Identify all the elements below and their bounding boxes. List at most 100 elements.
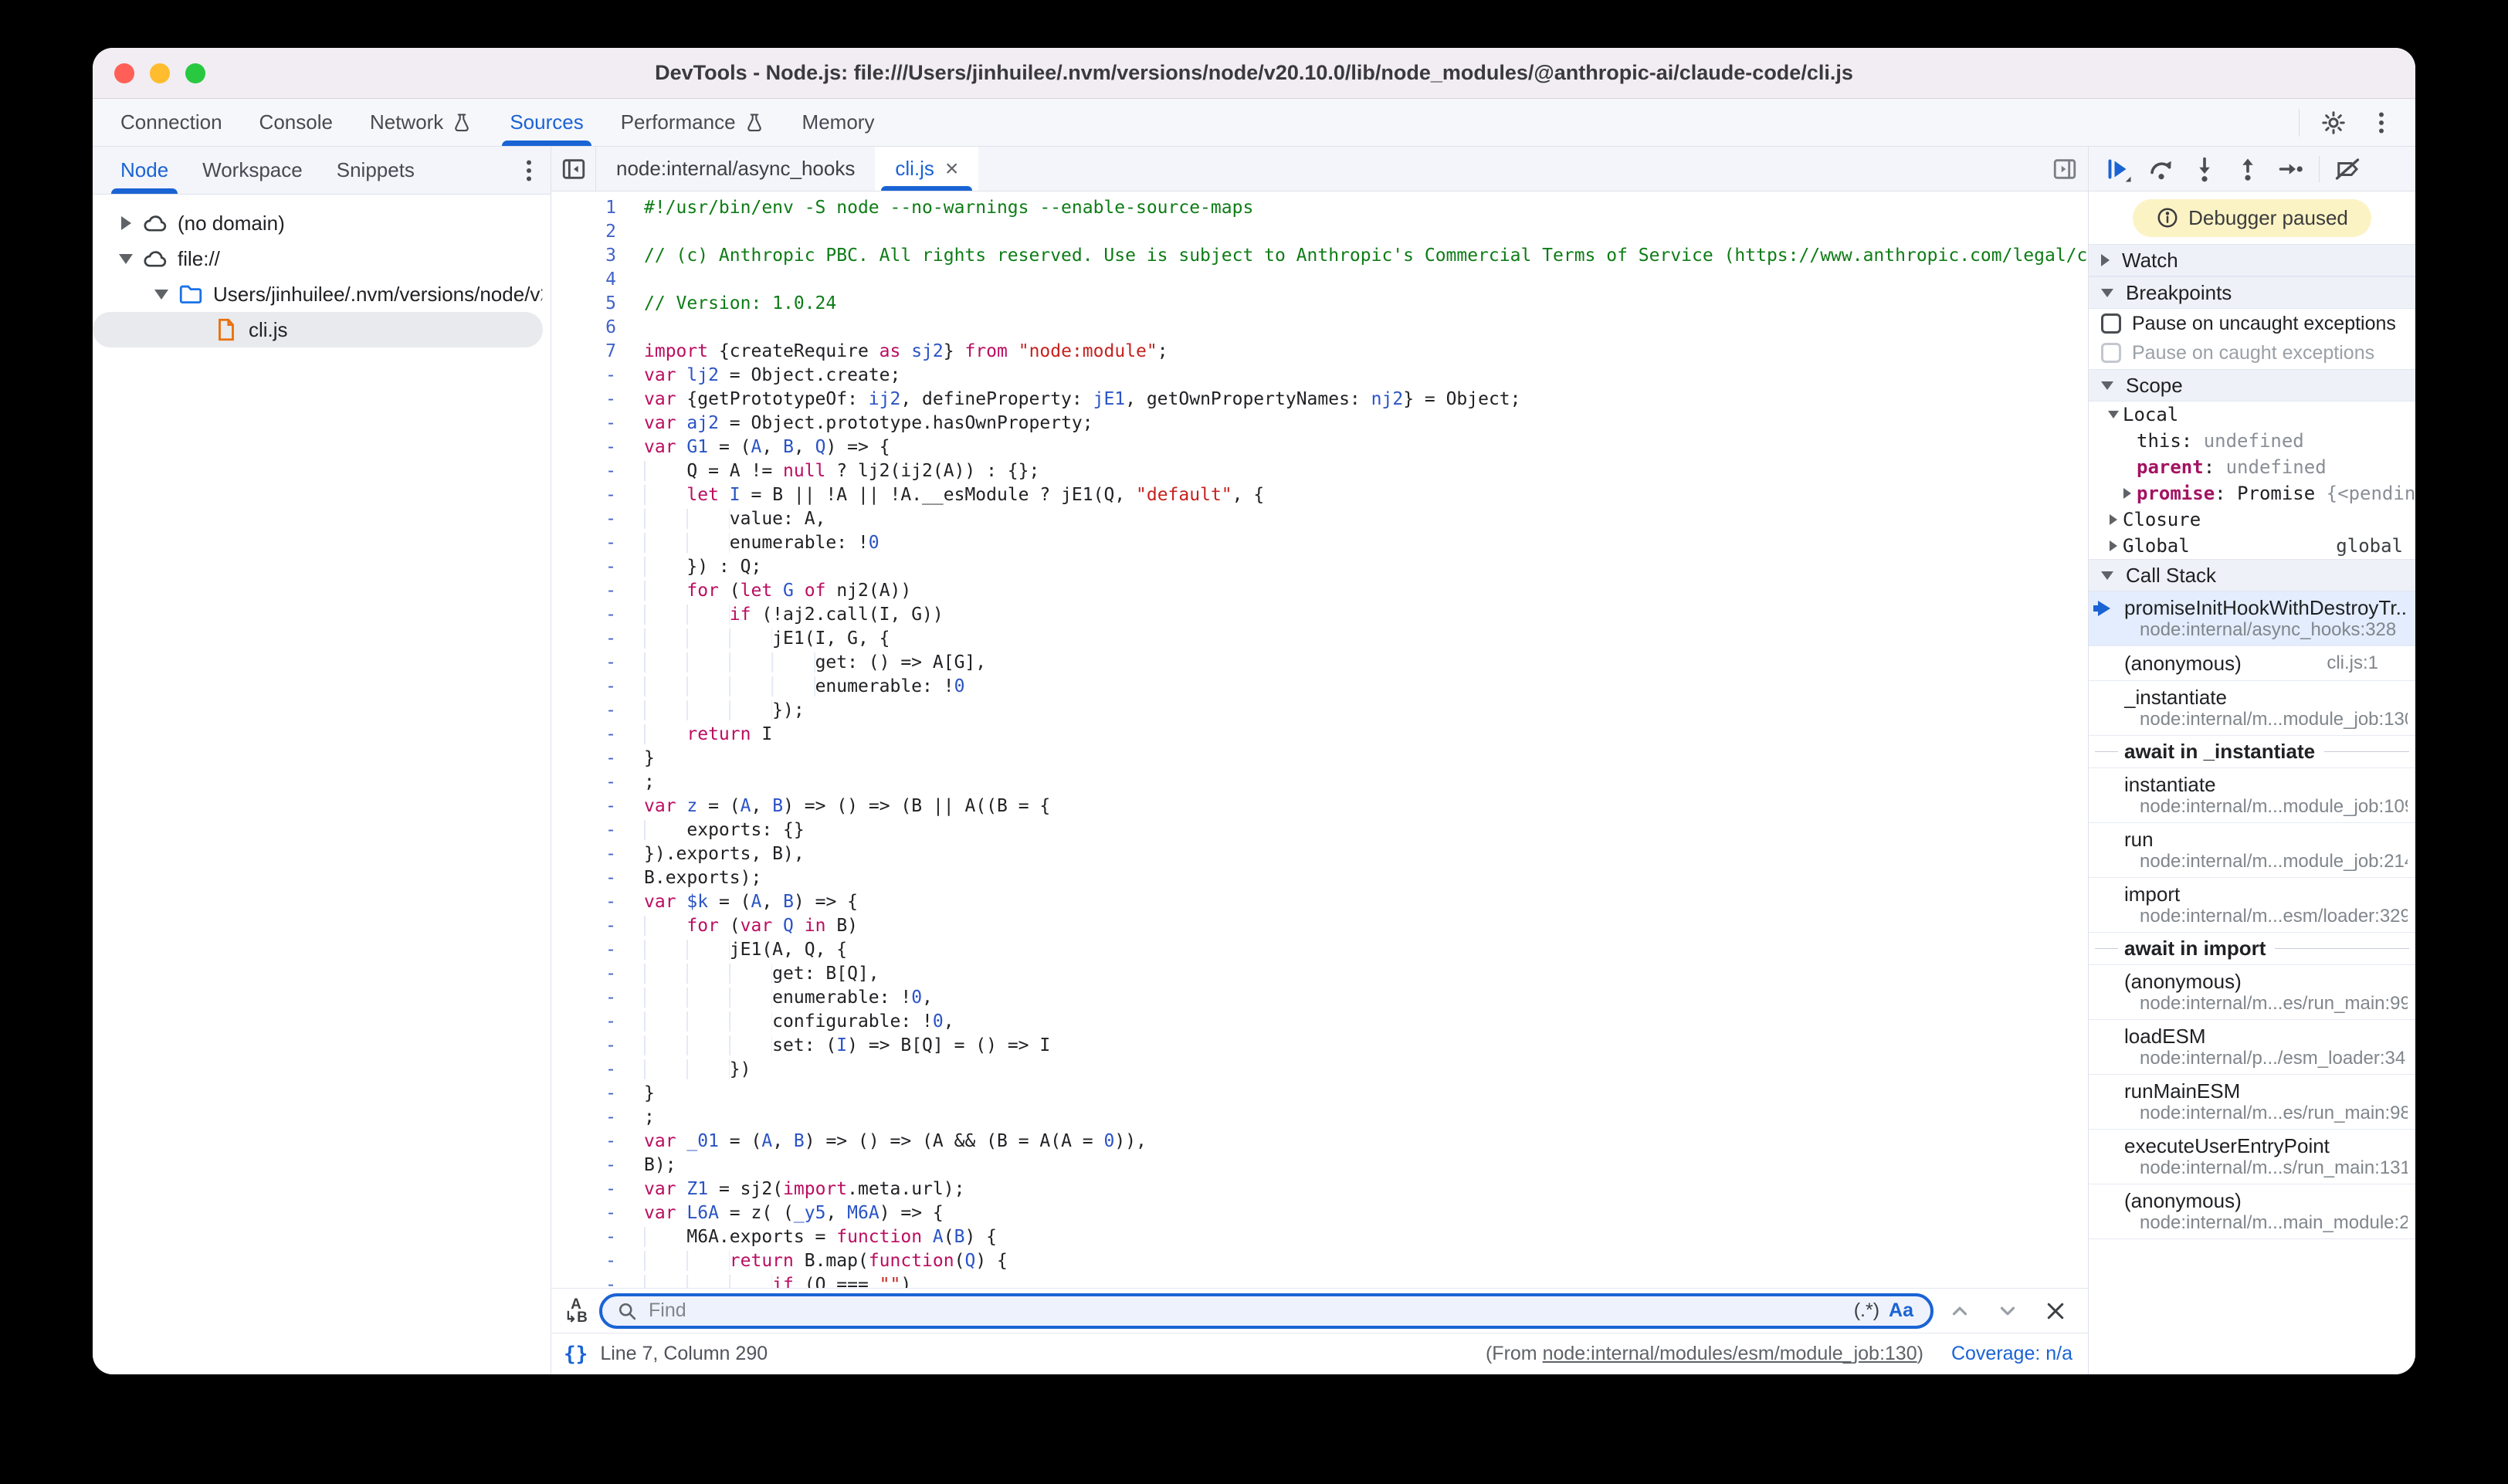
gutter-cell[interactable]: -: [551, 938, 644, 962]
checkbox[interactable]: [2101, 313, 2121, 334]
regex-toggle[interactable]: (.*): [1854, 1299, 1879, 1322]
tab-sources[interactable]: Sources: [491, 99, 602, 146]
gutter-cell[interactable]: -: [551, 364, 644, 388]
sidebar-more-button[interactable]: [512, 154, 546, 188]
step-into-button[interactable]: [2184, 150, 2225, 188]
tab-memory[interactable]: Memory: [784, 99, 893, 146]
gutter-cell[interactable]: 7: [551, 340, 644, 364]
find-previous-button[interactable]: [1938, 1293, 1981, 1330]
gutter-cell[interactable]: -: [551, 555, 644, 579]
close-find-bar-button[interactable]: [2034, 1293, 2077, 1330]
callstack-frame[interactable]: loadESMnode:internal/p.../esm_loader:34: [2089, 1020, 2415, 1075]
gutter-cell[interactable]: -: [551, 1273, 644, 1288]
resume-button[interactable]: [2098, 150, 2138, 188]
breakpoint-option[interactable]: Pause on caught exceptions: [2089, 338, 2415, 368]
callstack-frame[interactable]: runMainESMnode:internal/m...es/run_main:…: [2089, 1075, 2415, 1130]
toggle-left-sidebar-button[interactable]: [551, 147, 596, 191]
gutter-cell[interactable]: 3: [551, 244, 644, 268]
step-over-button[interactable]: [2141, 150, 2181, 188]
scope-local-row[interactable]: Local: [2089, 401, 2415, 428]
gutter-cell[interactable]: -: [551, 412, 644, 435]
callstack-frame[interactable]: (anonymous)node:internal/m...main_module…: [2089, 1184, 2415, 1239]
gutter-cell[interactable]: -: [551, 507, 644, 531]
find-next-button[interactable]: [1986, 1293, 2029, 1330]
gutter-cell[interactable]: -: [551, 603, 644, 627]
gutter-cell[interactable]: -: [551, 1106, 644, 1130]
gutter-cell[interactable]: -: [551, 1201, 644, 1225]
tree-item-file-[interactable]: file://: [93, 241, 543, 276]
watch-section-header[interactable]: Watch: [2089, 244, 2415, 276]
breakpoints-section-header[interactable]: Breakpoints: [2089, 276, 2415, 309]
scope-section-header[interactable]: Scope: [2089, 369, 2415, 401]
gutter-cell[interactable]: 2: [551, 220, 644, 244]
gutter-cell[interactable]: -: [551, 699, 644, 723]
callstack-frame[interactable]: (anonymous)node:internal/m...es/run_main…: [2089, 965, 2415, 1020]
gutter-cell[interactable]: -: [551, 771, 644, 795]
settings-button[interactable]: [2313, 103, 2354, 143]
sidebar-tab-snippets[interactable]: Snippets: [320, 147, 432, 194]
gutter-cell[interactable]: -: [551, 1058, 644, 1082]
gutter-cell[interactable]: -: [551, 388, 644, 412]
close-tab-icon[interactable]: ×: [945, 158, 959, 181]
sidebar-tab-workspace[interactable]: Workspace: [185, 147, 320, 194]
scope-closure-row[interactable]: Closure: [2089, 507, 2415, 533]
pretty-print-button[interactable]: {}: [564, 1343, 588, 1366]
gutter-cell[interactable]: -: [551, 435, 644, 459]
tab-connection[interactable]: Connection: [102, 99, 241, 146]
gutter-cell[interactable]: 5: [551, 292, 644, 316]
callstack-frame[interactable]: (anonymous)cli.js:1: [2089, 646, 2415, 681]
gutter-cell[interactable]: -: [551, 675, 644, 699]
editor-tab-node-internal-async-hooks[interactable]: node:internal/async_hooks: [596, 147, 875, 191]
gutter-cell[interactable]: -: [551, 1177, 644, 1201]
gutter-cell[interactable]: -: [551, 986, 644, 1010]
checkbox[interactable]: [2101, 343, 2121, 363]
gutter-cell[interactable]: -: [551, 723, 644, 747]
gutter-cell[interactable]: -: [551, 627, 644, 651]
callstack-section-header[interactable]: Call Stack: [2089, 559, 2415, 591]
gutter-cell[interactable]: 6: [551, 316, 644, 340]
gutter-cell[interactable]: -: [551, 818, 644, 842]
callstack-frame[interactable]: executeUserEntryPointnode:internal/m...s…: [2089, 1130, 2415, 1184]
tab-performance[interactable]: Performance: [602, 99, 784, 146]
tab-console[interactable]: Console: [241, 99, 351, 146]
gutter-cell[interactable]: -: [551, 1249, 644, 1273]
code-editor[interactable]: 1#!/usr/bin/env -S node --no-warnings --…: [551, 191, 2088, 1288]
match-case-toggle[interactable]: Aa: [1889, 1299, 1913, 1322]
replace-toggle-button[interactable]: A ↳B: [558, 1298, 595, 1324]
gutter-cell[interactable]: -: [551, 579, 644, 603]
scope-promise-row[interactable]: promise: Promise {<pending>}: [2089, 480, 2415, 507]
gutter-cell[interactable]: 1: [551, 196, 644, 220]
sidebar-tab-node[interactable]: Node: [103, 147, 185, 194]
scope-this-row[interactable]: this: undefined: [2089, 428, 2415, 454]
gutter-cell[interactable]: -: [551, 842, 644, 866]
gutter-cell[interactable]: -: [551, 890, 644, 914]
deactivate-breakpoints-button[interactable]: [2327, 150, 2367, 188]
gutter-cell[interactable]: -: [551, 914, 644, 938]
tree-item-cli-js[interactable]: cli.js: [93, 312, 543, 347]
gutter-cell[interactable]: -: [551, 1154, 644, 1177]
gutter-cell[interactable]: -: [551, 531, 644, 555]
tab-network[interactable]: Network: [351, 99, 491, 146]
gutter-cell[interactable]: -: [551, 747, 644, 771]
gutter-cell[interactable]: -: [551, 866, 644, 890]
callstack-frame[interactable]: promiseInitHookWithDestroyTr...node:inte…: [2089, 591, 2415, 646]
editor-tab-cli-js[interactable]: cli.js×: [875, 147, 978, 191]
gutter-cell[interactable]: 4: [551, 268, 644, 292]
step-out-button[interactable]: [2228, 150, 2268, 188]
coverage-link[interactable]: Coverage: n/a: [1951, 1343, 2072, 1365]
step-button[interactable]: [2271, 150, 2311, 188]
toggle-right-panel-button[interactable]: [2046, 151, 2083, 188]
tree-item--no-domain-[interactable]: (no domain): [93, 205, 543, 241]
sourcemap-origin-link[interactable]: node:internal/modules/esm/module_job:130: [1543, 1343, 1917, 1364]
find-input[interactable]: [647, 1299, 1845, 1323]
gutter-cell[interactable]: -: [551, 1034, 644, 1058]
more-options-button[interactable]: [2361, 103, 2401, 143]
breakpoint-option[interactable]: Pause on uncaught exceptions: [2089, 309, 2415, 338]
tree-item-users-jinhuilee-nvm-versions-node-v2-[interactable]: Users/jinhuilee/.nvm/versions/node/v2...: [93, 276, 543, 312]
gutter-cell[interactable]: -: [551, 1225, 644, 1249]
gutter-cell[interactable]: -: [551, 651, 644, 675]
gutter-cell[interactable]: -: [551, 962, 644, 986]
scope-parent-row[interactable]: parent: undefined: [2089, 454, 2415, 480]
callstack-frame[interactable]: instantiatenode:internal/m...module_job:…: [2089, 768, 2415, 823]
callstack-frame[interactable]: importnode:internal/m...esm/loader:329: [2089, 878, 2415, 933]
